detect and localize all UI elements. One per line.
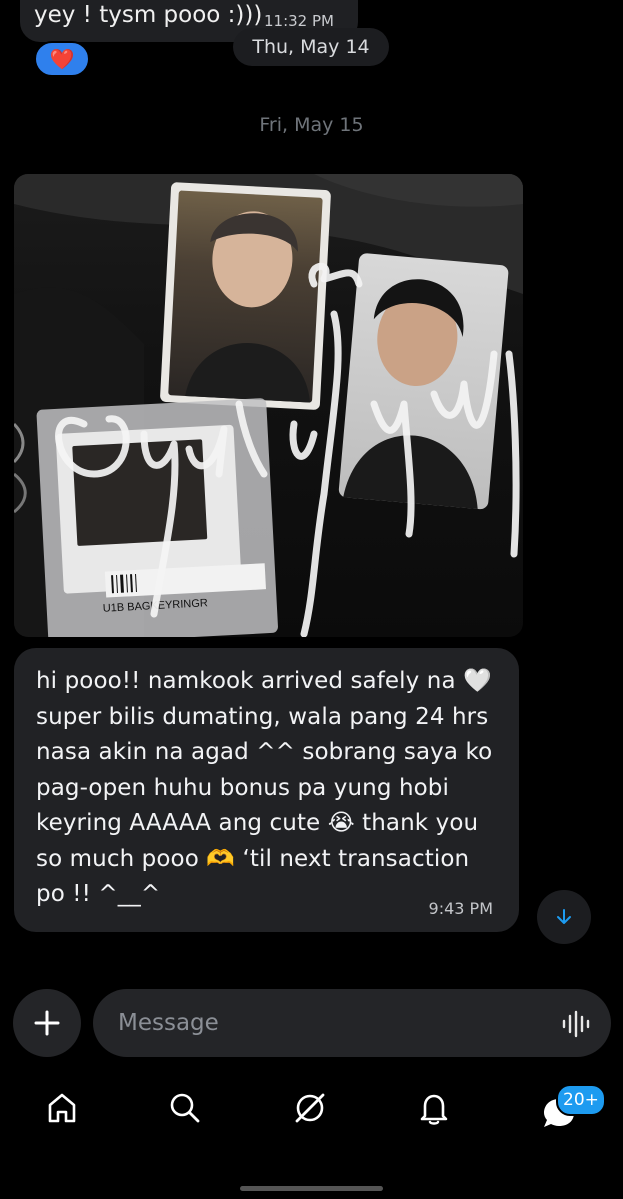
- message-text: hi pooo!! namkook arrived safely na 🤍 su…: [36, 668, 493, 907]
- photo-attachment[interactable]: U1B BAGKEYRINGR: [14, 174, 523, 637]
- add-attachment-button[interactable]: [13, 989, 81, 1057]
- scroll-to-bottom-button[interactable]: [537, 890, 591, 944]
- previous-message-text: yey ! tysm pooo :))): [34, 2, 263, 28]
- notifications-icon[interactable]: [416, 1090, 452, 1126]
- grok-icon[interactable]: [292, 1090, 328, 1126]
- search-icon[interactable]: [167, 1090, 203, 1126]
- waveform-icon: [562, 1010, 590, 1038]
- message-input[interactable]: Message: [93, 989, 611, 1057]
- date-pill: Thu, May 14: [233, 28, 389, 66]
- date-separator: Fri, May 15: [259, 114, 364, 136]
- home-icon[interactable]: [44, 1090, 80, 1126]
- messages-badge: 20+: [556, 1084, 606, 1116]
- message-time: 9:43 PM: [428, 899, 493, 918]
- heart-reaction-emoji: ❤️: [49, 47, 75, 71]
- photo-illustration: U1B BAGKEYRINGR: [14, 174, 523, 637]
- arrow-down-icon: [557, 909, 571, 924]
- home-indicator: [240, 1186, 383, 1191]
- plus-icon: [34, 1010, 60, 1036]
- message-bubble[interactable]: hi pooo!! namkook arrived safely na 🤍 su…: [14, 648, 519, 932]
- heart-reaction[interactable]: ❤️: [34, 41, 90, 77]
- voice-message-button[interactable]: [560, 1008, 592, 1040]
- message-input-placeholder: Message: [118, 1010, 219, 1036]
